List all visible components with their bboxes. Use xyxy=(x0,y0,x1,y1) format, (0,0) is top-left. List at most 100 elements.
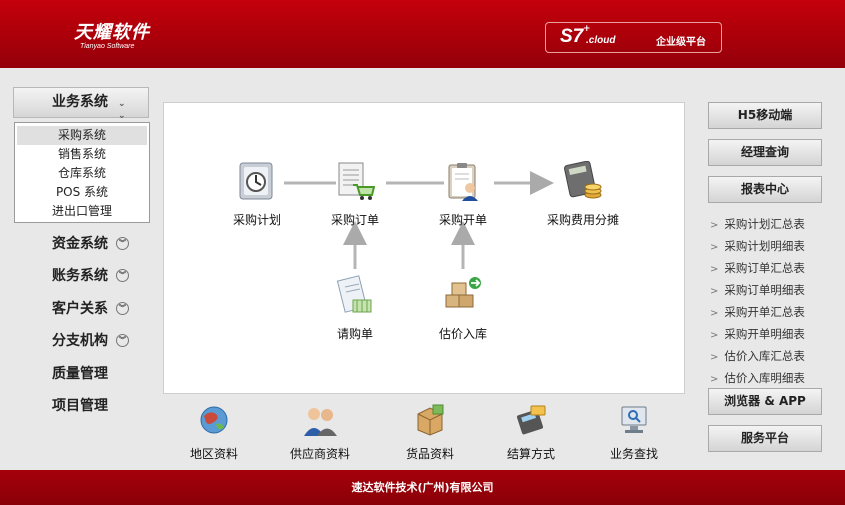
flow-node-label: 采购费用分摊 xyxy=(546,213,619,227)
platform-s7: S7 xyxy=(560,26,584,47)
platform-badge: S7 + .cloud 企业级平台 xyxy=(545,22,722,53)
platform-cloud: .cloud xyxy=(586,35,616,46)
chevron-right-icon: > xyxy=(710,220,719,231)
report-link-label: 估价入库明细表 xyxy=(724,371,805,385)
submenu-item[interactable]: 销售系统 xyxy=(15,145,149,164)
goods-box-icon xyxy=(417,404,444,436)
report-link-label: 采购开单明细表 xyxy=(724,327,805,341)
flow-node-order[interactable]: 采购订单 xyxy=(315,161,395,228)
request-form-icon xyxy=(336,275,372,313)
report-link-label: 采购计划汇总表 xyxy=(724,217,805,231)
flow-node-cost[interactable]: 采购费用分摊 xyxy=(533,160,633,228)
report-center-button[interactable]: 报表中心 xyxy=(708,176,822,203)
card-terminal-icon xyxy=(516,405,546,435)
region-map-icon xyxy=(200,406,228,434)
tool-label: 结算方式 xyxy=(506,447,555,461)
chevron-right-icon: > xyxy=(710,330,719,341)
report-link-label: 采购订单汇总表 xyxy=(724,261,805,275)
report-link-label: 采购订单明细表 xyxy=(724,283,805,297)
submenu-item[interactable]: POS 系统 xyxy=(15,183,149,202)
header-bar: 天耀软件 Tianyao Software S7 + .cloud 企业级平台 xyxy=(0,0,845,68)
service-platform-button[interactable]: 服务平台 xyxy=(708,425,822,452)
bottom-toolbar: 地区资料 供应商资料 货品资料 结算方式 业务查找 xyxy=(163,404,685,466)
chevron-right-icon: > xyxy=(710,242,719,253)
submenu-item[interactable]: 采购系统 xyxy=(17,126,147,145)
expand-circle-icon: ︾ xyxy=(116,301,129,315)
sidebar-item[interactable]: 客户关系 ︾ xyxy=(14,295,150,327)
report-list: > 采购计划汇总表 > 采购计划明细表 > 采购订单汇总表 > 采购订单明细表 > 采购开… xyxy=(708,213,828,389)
report-link[interactable]: > 采购计划明细表 xyxy=(708,235,828,257)
chevron-right-icon: > xyxy=(710,264,719,275)
browser-app-button[interactable]: 浏览器 & APP xyxy=(708,388,822,415)
chevron-right-icon: > xyxy=(710,352,719,363)
flow-node-label: 请购单 xyxy=(336,327,373,341)
chevron-right-icon: > xyxy=(710,308,719,319)
expand-circle-icon: ︾ xyxy=(116,237,129,250)
flow-node-label: 采购订单 xyxy=(330,213,379,227)
flow-node-label: 采购计划 xyxy=(232,213,281,227)
sidebar-item[interactable]: 质量管理 xyxy=(14,360,150,392)
calculator-coins-icon xyxy=(564,160,602,199)
report-link[interactable]: > 采购计划汇总表 xyxy=(708,213,828,235)
report-link[interactable]: > 采购开单明细表 xyxy=(708,323,828,345)
chevron-right-icon: > xyxy=(710,374,719,385)
clock-calendar-icon xyxy=(239,162,273,200)
sidebar-item[interactable]: 分支机构 ︾ xyxy=(14,327,150,359)
tool-goods[interactable]: 货品资料 xyxy=(385,404,475,462)
people-icon xyxy=(304,408,337,436)
system-selector-label: 业务系统 xyxy=(52,94,108,110)
sidebar-item-label: 质量管理 xyxy=(52,365,108,382)
report-link-label: 估价入库汇总表 xyxy=(724,349,805,363)
tool-label: 供应商资料 xyxy=(289,447,350,461)
flow-node-open[interactable]: 采购开单 xyxy=(423,161,503,228)
logo: 天耀软件 Tianyao Software xyxy=(74,18,150,50)
flow-node-label: 采购开单 xyxy=(438,213,487,227)
sidebar-item-label: 客户关系 xyxy=(52,300,108,317)
tool-supplier[interactable]: 供应商资料 xyxy=(275,404,365,462)
flow-node-plan[interactable]: 采购计划 xyxy=(217,161,297,228)
report-link[interactable]: > 估价入库汇总表 xyxy=(708,345,828,367)
manager-query-button[interactable]: 经理查询 xyxy=(708,139,822,166)
platform-plus: + xyxy=(583,24,591,34)
sidebar-nav: 资金系统 ︾ 账务系统 ︾ 客户关系 ︾ 分支机构 ︾ 质量管理 项目管理 xyxy=(14,230,150,424)
chevron-right-icon: > xyxy=(710,286,719,297)
company-name: 速达软件技术(广州)有限公司 xyxy=(351,481,494,494)
sidebar-item-label: 项目管理 xyxy=(52,397,108,414)
tool-search[interactable]: 业务查找 xyxy=(589,404,679,462)
workflow-arrows xyxy=(284,171,554,269)
system-selector-button[interactable]: 业务系统 ⌄ ⌄ xyxy=(13,87,149,121)
sidebar-item[interactable]: 账务系统 ︾ xyxy=(14,262,150,294)
submenu-item[interactable]: 进出口管理 xyxy=(15,202,149,221)
h5-mobile-button[interactable]: H5移动端 xyxy=(708,102,822,129)
flow-node-request[interactable]: 请购单 xyxy=(315,275,395,342)
tool-label: 地区资料 xyxy=(189,447,238,461)
sidebar-item-label: 分支机构 xyxy=(52,333,108,350)
footer-bar: 速达软件技术(广州)有限公司 xyxy=(0,470,845,505)
sidebar-item-label: 账务系统 xyxy=(52,268,108,285)
tool-label: 货品资料 xyxy=(405,447,454,461)
report-link[interactable]: > 采购订单汇总表 xyxy=(708,257,828,279)
flow-node-label: 估价入库 xyxy=(438,327,487,341)
logo-subtext: Tianyao Software xyxy=(80,43,135,50)
tool-label: 业务查找 xyxy=(609,447,658,461)
sidebar-item[interactable]: 资金系统 ︾ xyxy=(14,230,150,262)
report-link[interactable]: > 采购开单汇总表 xyxy=(708,301,828,323)
logo-text: 天耀软件 xyxy=(74,22,150,43)
system-submenu: 采购系统 销售系统 仓库系统 POS 系统 进出口管理 xyxy=(14,122,150,223)
submenu-item[interactable]: 仓库系统 xyxy=(15,164,149,183)
report-link[interactable]: > 采购订单明细表 xyxy=(708,279,828,301)
order-cart-icon xyxy=(338,162,376,200)
report-link-label: 采购开单汇总表 xyxy=(724,305,805,319)
tool-region[interactable]: 地区资料 xyxy=(169,404,259,462)
sidebar-item-label: 资金系统 xyxy=(52,236,108,252)
report-link-label: 采购计划明细表 xyxy=(724,239,805,253)
flow-node-estimate[interactable]: 估价入库 xyxy=(423,275,503,342)
tool-settlement[interactable]: 结算方式 xyxy=(486,404,576,462)
warehouse-boxes-icon xyxy=(445,277,481,308)
platform-label: 企业级平台 xyxy=(656,37,706,48)
workflow-panel: 采购计划 采购订单 采购开单 采购费用分摊 请购单 估价入库 xyxy=(163,102,685,394)
sidebar-item[interactable]: 项目管理 xyxy=(14,392,150,424)
expand-circle-icon: ︾ xyxy=(116,269,129,283)
expand-circle-icon: ︾ xyxy=(116,334,129,348)
report-link[interactable]: > 估价入库明细表 xyxy=(708,367,828,389)
